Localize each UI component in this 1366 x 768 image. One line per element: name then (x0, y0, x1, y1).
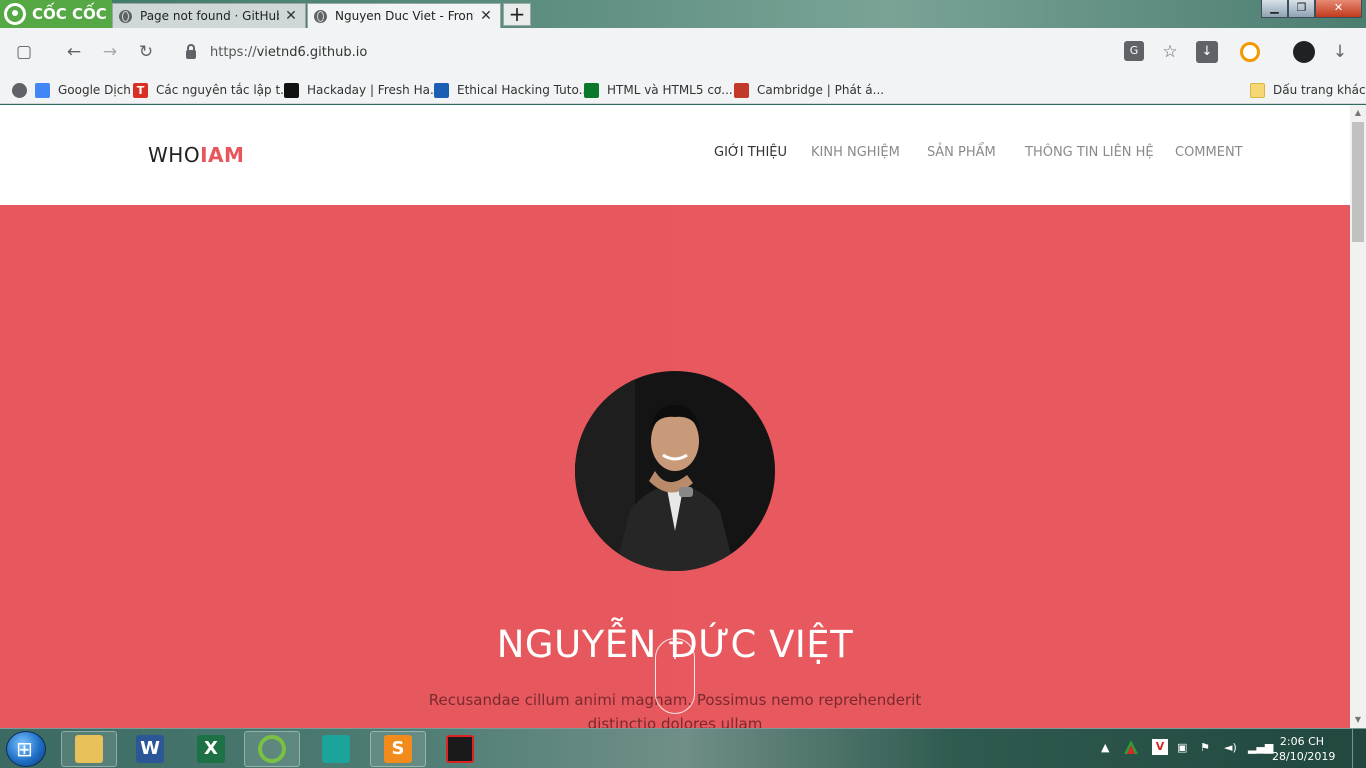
coccoc-extension-icon[interactable] (1240, 42, 1260, 62)
bookmark-label: Google Dịch (58, 83, 131, 97)
clock-time: 2:06 CH (1279, 735, 1325, 748)
column-icon (434, 82, 449, 98)
t-icon: T (133, 82, 148, 98)
bookmark-hackaday[interactable]: Hackaday | Fresh Ha... (284, 80, 441, 100)
nav-comment[interactable]: COMMENT (1175, 145, 1243, 160)
tab-page-not-found[interactable]: Page not found · GitHub P ✕ (112, 3, 306, 28)
new-tab-button[interactable]: + (503, 3, 531, 26)
tab-title: Page not found · GitHub P (140, 9, 279, 23)
tab-title: Nguyen Duc Viet - Fronte (335, 9, 474, 23)
downloads-icon[interactable]: ↓ (1328, 40, 1352, 64)
profile-avatar-icon[interactable] (1293, 41, 1315, 63)
taskbar-coccoc[interactable] (244, 731, 300, 767)
page-viewport: WHOIAM GIỚI THIỆU KINH NGHIỆM SẢN PHẨM T… (0, 105, 1350, 728)
nav-thong-tin-lien-he[interactable]: THÔNG TIN LIÊN HỆ (1025, 145, 1154, 160)
minimize-button[interactable]: ▁ (1261, 0, 1288, 18)
bookmarks-bar: Google Dịch T Các nguyên tắc lập t... Ha… (0, 76, 1366, 104)
bookmark-ethical-hacking[interactable]: Ethical Hacking Tuto... (434, 80, 590, 100)
apps-globe-icon[interactable] (12, 80, 35, 100)
tray-expand-icon[interactable]: ▲ (1101, 741, 1109, 754)
action-center-flag-icon[interactable]: ⚑ (1200, 741, 1210, 754)
nav-kinh-nghiem[interactable]: KINH NGHIỆM (811, 145, 900, 160)
clock-date: 28/10/2019 (1272, 750, 1336, 763)
page-scrollbar[interactable]: ▲ ▼ (1350, 105, 1366, 728)
site-logo[interactable]: WHOIAM (148, 143, 244, 167)
url-text: https://vietnd6.github.io (210, 44, 368, 60)
taskbar-word[interactable]: W (122, 731, 178, 767)
translate-icon[interactable]: G (1124, 41, 1144, 61)
tray-app-icon[interactable] (1123, 739, 1139, 755)
other-bookmarks-label: Dấu trang khác (1273, 83, 1366, 97)
bookmark-label: HTML và HTML5 cơ... (607, 83, 733, 97)
google-translate-icon (35, 82, 50, 98)
start-button[interactable] (6, 731, 46, 767)
nav-gioi-thieu[interactable]: GIỚI THIỆU (714, 145, 787, 160)
vscode-icon (322, 735, 350, 763)
folder-icon (75, 735, 103, 763)
bookmark-cambridge[interactable]: Cambridge | Phát á... (734, 80, 884, 100)
sidebar-toggle-icon[interactable]: ▢ (12, 40, 36, 64)
maximize-button[interactable]: ❐ (1288, 0, 1315, 18)
bookmark-label: Các nguyên tắc lập t... (156, 83, 292, 97)
taskbar-garena[interactable] (432, 731, 488, 767)
tab-strip: CỐC CỐC Page not found · GitHub P ✕ Nguy… (0, 0, 1366, 28)
profile-photo (575, 371, 775, 571)
reload-icon[interactable]: ↻ (134, 40, 158, 64)
sublime-icon: S (384, 735, 412, 763)
network-icon[interactable]: ▂▄▆ (1248, 741, 1273, 754)
address-bar[interactable]: https://vietnd6.github.io (172, 35, 1224, 69)
cambridge-shield-icon (734, 82, 749, 98)
download-extension-icon[interactable]: ↓ (1196, 41, 1218, 63)
close-window-button[interactable]: ✕ (1315, 0, 1362, 18)
bookmark-html[interactable]: HTML và HTML5 cơ... (584, 80, 733, 100)
taskbar-clock[interactable]: 2:06 CH 28/10/2019 (1272, 734, 1336, 764)
browser-brand-label: CỐC CỐC (32, 5, 107, 23)
scroll-thumb[interactable] (1352, 122, 1364, 242)
bookmark-label: Ethical Hacking Tuto... (457, 83, 591, 97)
coccoc-logo-icon (4, 3, 26, 25)
taskbar-excel[interactable]: X (183, 731, 239, 767)
browser-brand[interactable]: CỐC CỐC (0, 0, 112, 28)
word-icon: W (136, 735, 164, 763)
volume-icon[interactable]: ◄) (1224, 741, 1237, 754)
back-icon[interactable]: ← (62, 40, 86, 64)
scroll-down-arrow-icon[interactable]: ▼ (1350, 712, 1366, 728)
site-header: WHOIAM GIỚI THIỆU KINH NGHIỆM SẢN PHẨM T… (0, 105, 1350, 205)
excel-icon: X (197, 735, 225, 763)
garena-icon (446, 735, 474, 763)
lock-icon (186, 44, 196, 59)
star-icon[interactable]: ☆ (1158, 40, 1182, 64)
device-icon[interactable]: ▣ (1177, 741, 1187, 754)
show-desktop-button[interactable] (1352, 729, 1366, 768)
taskbar-file-explorer[interactable] (61, 731, 117, 767)
globe-icon (119, 9, 132, 23)
taskbar-vscode[interactable] (308, 731, 364, 767)
browser-toolbar: ▢ ← → ↻ https://vietnd6.github.io G ☆ ↓ … (0, 28, 1366, 76)
tab-nguyen-duc-viet[interactable]: Nguyen Duc Viet - Fronte ✕ (307, 3, 501, 28)
bookmark-google-translate[interactable]: Google Dịch (35, 80, 131, 100)
unikey-icon[interactable]: V (1152, 739, 1168, 755)
html-icon (584, 82, 599, 98)
globe-icon (314, 9, 327, 23)
tab-close-icon[interactable]: ✕ (283, 8, 299, 24)
bookmark-label: Cambridge | Phát á... (757, 83, 885, 97)
bookmark-label: Hackaday | Fresh Ha... (307, 83, 442, 97)
windows-taskbar: W X S ▲ V ▣ ⚑ ◄) ▂▄▆ 2:06 CH 28/10/2019 (0, 728, 1366, 768)
coccoc-icon (258, 735, 286, 763)
forward-icon[interactable]: → (98, 40, 122, 64)
other-bookmarks[interactable]: Dấu trang khác (1250, 80, 1366, 100)
hackaday-icon (284, 82, 299, 98)
bookmark-nguyen-tac[interactable]: T Các nguyên tắc lập t... (133, 80, 292, 100)
scroll-mouse-icon[interactable] (655, 638, 695, 714)
taskbar-sublime[interactable]: S (370, 731, 426, 767)
tab-close-icon[interactable]: ✕ (478, 8, 494, 24)
scroll-up-arrow-icon[interactable]: ▲ (1350, 105, 1366, 121)
folder-icon (1250, 82, 1265, 98)
nav-san-pham[interactable]: SẢN PHẨM (927, 145, 996, 160)
